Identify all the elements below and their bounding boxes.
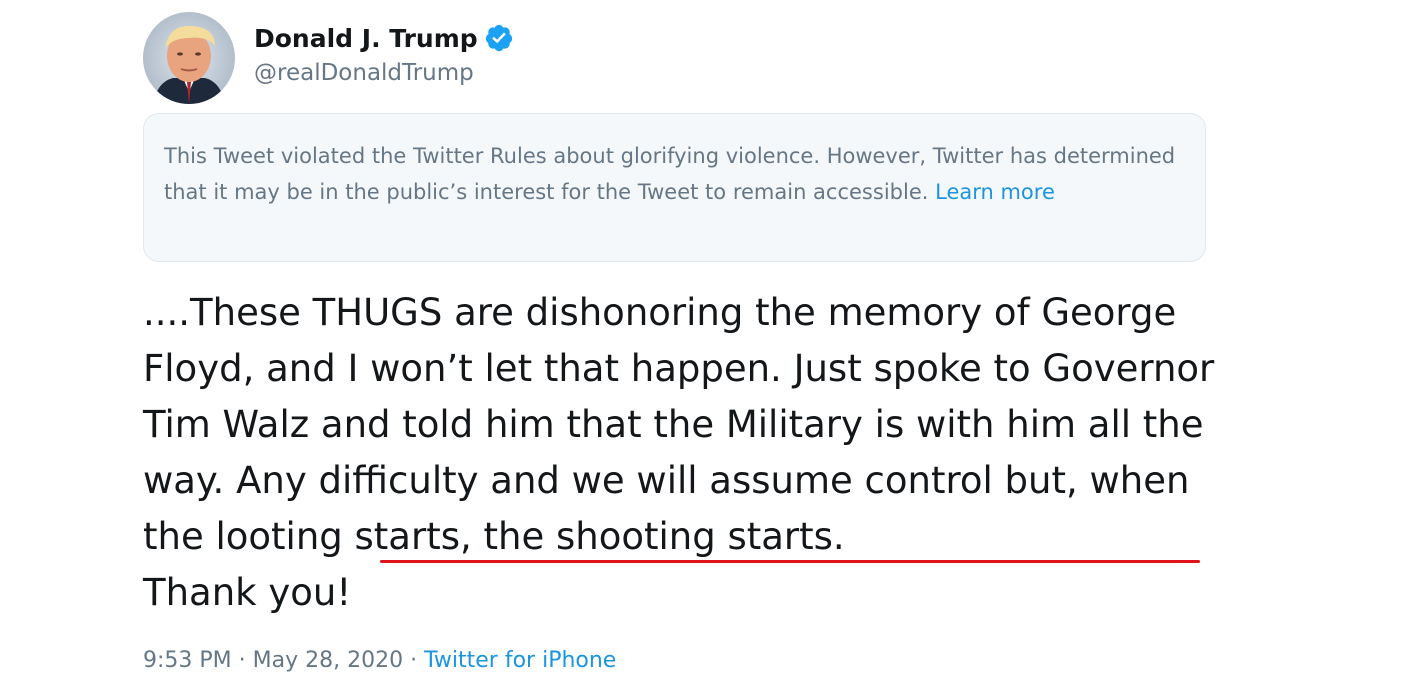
display-name[interactable]: Donald J. Trump (254, 23, 514, 53)
tweet-time[interactable]: 9:53 PM (143, 648, 232, 673)
learn-more-link[interactable]: Learn more (935, 180, 1055, 204)
tweet-text-closing: Thank you! (143, 571, 352, 614)
tweet-text: ....These THUGS are dishonoring the memo… (143, 285, 1223, 621)
tweet-source-link[interactable]: Twitter for iPhone (424, 648, 616, 673)
highlight-underline (380, 560, 1200, 563)
avatar[interactable] (143, 12, 235, 104)
meta-separator: · (410, 648, 418, 673)
tweet-date[interactable]: May 28, 2020 (253, 648, 403, 673)
verified-badge-icon (484, 23, 514, 53)
display-name-text: Donald J. Trump (254, 23, 478, 53)
policy-notice: This Tweet violated the Twitter Rules ab… (143, 113, 1206, 262)
user-handle[interactable]: @realDonaldTrump (254, 60, 474, 86)
meta-separator: · (238, 648, 246, 673)
tweet-text-body: ....These THUGS are dishonoring the memo… (143, 291, 1215, 502)
tweet-meta: 9:53 PM · May 28, 2020 · Twitter for iPh… (143, 648, 616, 673)
avatar-image (143, 12, 235, 104)
